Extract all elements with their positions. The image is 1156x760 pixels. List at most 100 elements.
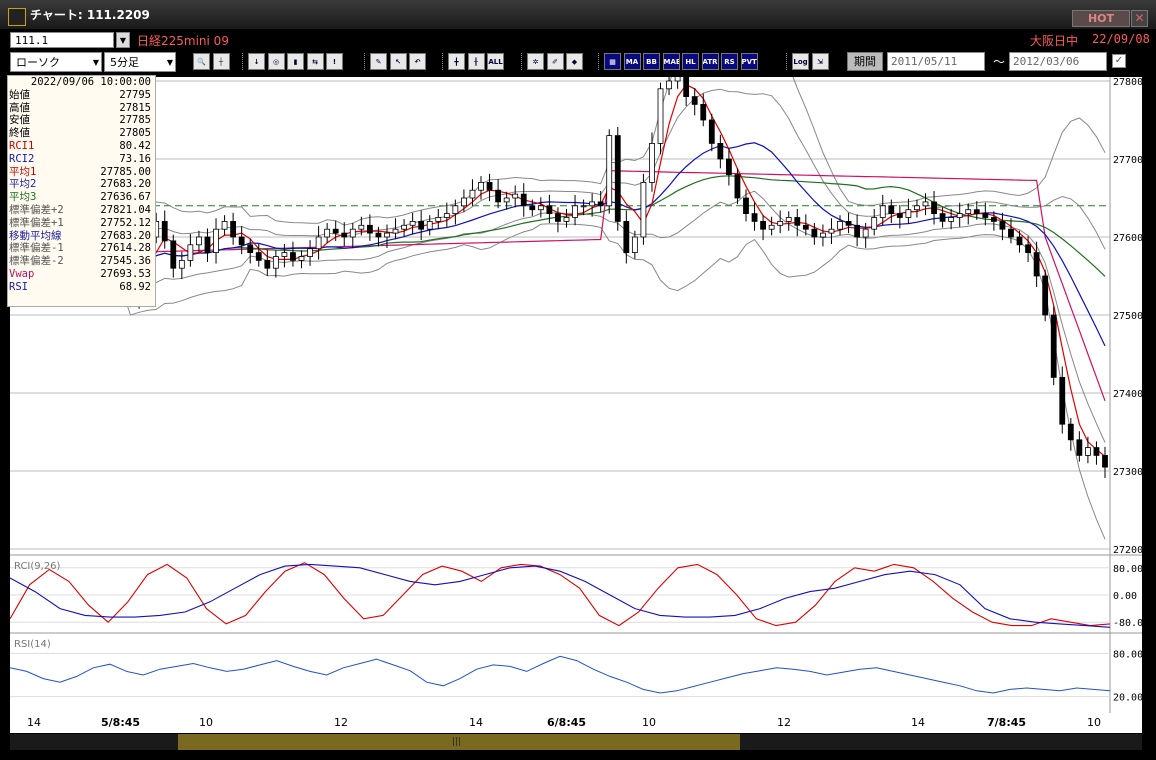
- info-value: 27752.12: [100, 216, 151, 229]
- hl-button[interactable]: HL: [682, 53, 699, 70]
- info-row-5: RCI2 73.16: [8, 153, 153, 166]
- info-label: 高値: [9, 101, 30, 114]
- candle-body: [272, 256, 279, 269]
- info-value: 27815: [119, 101, 151, 114]
- toolbar-separator: [598, 53, 601, 70]
- info-label: 移動平均線: [9, 229, 62, 242]
- candle-body: [931, 201, 937, 215]
- ind-1-icon[interactable]: ▦: [604, 53, 621, 70]
- x-tick-label: 10: [1087, 716, 1101, 729]
- info-label: 安値: [9, 114, 30, 127]
- pvt-button[interactable]: PVT: [740, 53, 758, 70]
- magnify-icon[interactable]: ◎: [267, 53, 285, 70]
- candle-body: [1067, 423, 1074, 441]
- candle-body: [649, 143, 655, 183]
- candle-icon[interactable]: ╋: [448, 53, 465, 70]
- info-row-13: 標準偏差-2 27545.36: [8, 255, 153, 268]
- zoom-icon[interactable]: 🔍: [193, 53, 210, 70]
- candle-body: [614, 135, 621, 222]
- candle-body: [1008, 228, 1014, 238]
- ohlc-info-box: 2022/09/06 10:00:00 始値 27795 高値 27815 安値 2778…: [7, 75, 156, 307]
- price-tick-label: 27700: [1113, 155, 1142, 166]
- hot-button[interactable]: HOT: [1072, 10, 1130, 27]
- x-tick-label: 14: [469, 716, 483, 729]
- chevron-down-icon: ▼: [92, 58, 99, 67]
- log-button[interactable]: Log: [792, 53, 809, 70]
- candle-body: [837, 220, 843, 230]
- apply-checkbox[interactable]: ✓: [1112, 54, 1126, 68]
- chart-type-select[interactable]: ローソク ▼: [10, 52, 102, 72]
- paint-icon[interactable]: ✐: [546, 53, 564, 70]
- candle-body: [1059, 376, 1066, 425]
- x-tick-label: 7/8:45: [987, 716, 1027, 729]
- date-from-input[interactable]: 2011/05/11: [887, 52, 985, 71]
- candle-body: [777, 220, 784, 226]
- x-tick-label: 14: [911, 716, 925, 729]
- bb-button[interactable]: BB: [643, 53, 660, 70]
- atr-button[interactable]: ATR: [701, 53, 719, 70]
- info-row-14: Vwap 27693.53: [8, 268, 153, 281]
- candle-body: [948, 217, 955, 222]
- candle-body: [196, 236, 202, 246]
- mae-button[interactable]: MAE: [662, 53, 680, 70]
- export-icon[interactable]: ⇲: [811, 53, 829, 70]
- RSI-box-icon[interactable]: RS: [721, 53, 738, 70]
- candle-body: [743, 197, 749, 215]
- candle-body: [640, 182, 647, 238]
- price-tick-label: 27600: [1113, 233, 1142, 244]
- color-icon[interactable]: ◆: [566, 53, 583, 70]
- candle-body: [281, 252, 288, 257]
- candle-body: [512, 193, 519, 199]
- close-icon[interactable]: ✕: [1131, 10, 1148, 27]
- chart-svg[interactable]: 27800 27700 27600 27500 27400 27300 27200 80.00…: [10, 77, 1142, 713]
- alert-icon[interactable]: !: [326, 53, 343, 70]
- bar-chart-icon[interactable]: ▮: [287, 53, 304, 70]
- download-icon[interactable]: ↓: [248, 53, 265, 70]
- info-value: 27545.36: [100, 255, 151, 268]
- candle-body: [555, 213, 561, 222]
- info-row-6: 平均1 27785.00: [8, 166, 153, 179]
- all-button[interactable]: ALL: [487, 53, 504, 70]
- status-strip: [0, 750, 1156, 760]
- price-tick-label: 27800: [1113, 77, 1142, 88]
- settings-icon[interactable]: ✲: [527, 53, 544, 70]
- info-value: 68.92: [119, 280, 151, 293]
- rsi-tick-label: 80.00: [1113, 649, 1142, 660]
- split-icon[interactable]: ⇆: [306, 53, 324, 70]
- ma-button[interactable]: MA: [623, 53, 641, 70]
- period-button[interactable]: 期間: [847, 52, 883, 71]
- info-row-4: RCI1 80.42: [8, 140, 153, 153]
- timeframe-value: 5分足: [110, 56, 139, 69]
- info-label: 平均2: [9, 178, 37, 191]
- chart-type-value: ローソク: [16, 56, 60, 69]
- candle-body: [768, 224, 775, 230]
- candle-alt-icon[interactable]: ╂: [467, 53, 485, 70]
- candle-body: [1102, 454, 1108, 468]
- cursor-icon[interactable]: ↖: [389, 53, 407, 70]
- info-value: 73.16: [119, 152, 151, 165]
- candle-body: [452, 205, 459, 215]
- candle-body: [178, 259, 185, 269]
- candle-body: [384, 232, 390, 238]
- crosshair-icon[interactable]: ┼: [212, 53, 230, 70]
- info-value: 27636.67: [100, 191, 151, 204]
- symbol-input[interactable]: 111.1: [10, 32, 114, 48]
- candle-body: [717, 143, 724, 160]
- timeframe-select[interactable]: 5分足 ▼: [104, 52, 176, 72]
- date-to-input[interactable]: 2012/03/06: [1009, 52, 1107, 71]
- chevron-down-icon[interactable]: ▼: [116, 32, 130, 48]
- candle-body: [486, 182, 493, 191]
- pencil-icon[interactable]: ✎: [370, 53, 387, 70]
- candle-body: [597, 201, 604, 207]
- rci-line-1: [10, 562, 1111, 627]
- price-tick-label: 27300: [1113, 467, 1142, 478]
- candle-body: [537, 205, 544, 211]
- info-label: 標準偏差+1: [9, 216, 64, 229]
- candle-body: [691, 96, 698, 105]
- x-tick-label: 6/8:45: [547, 716, 587, 729]
- rci-tick-label: 80.00: [1113, 564, 1142, 575]
- candle-body: [666, 80, 672, 90]
- info-label: 標準偏差+2: [9, 204, 64, 216]
- undo-icon[interactable]: ↶: [409, 53, 426, 70]
- title-bar: チャート: 111.2209 HOT ✕: [0, 0, 1156, 30]
